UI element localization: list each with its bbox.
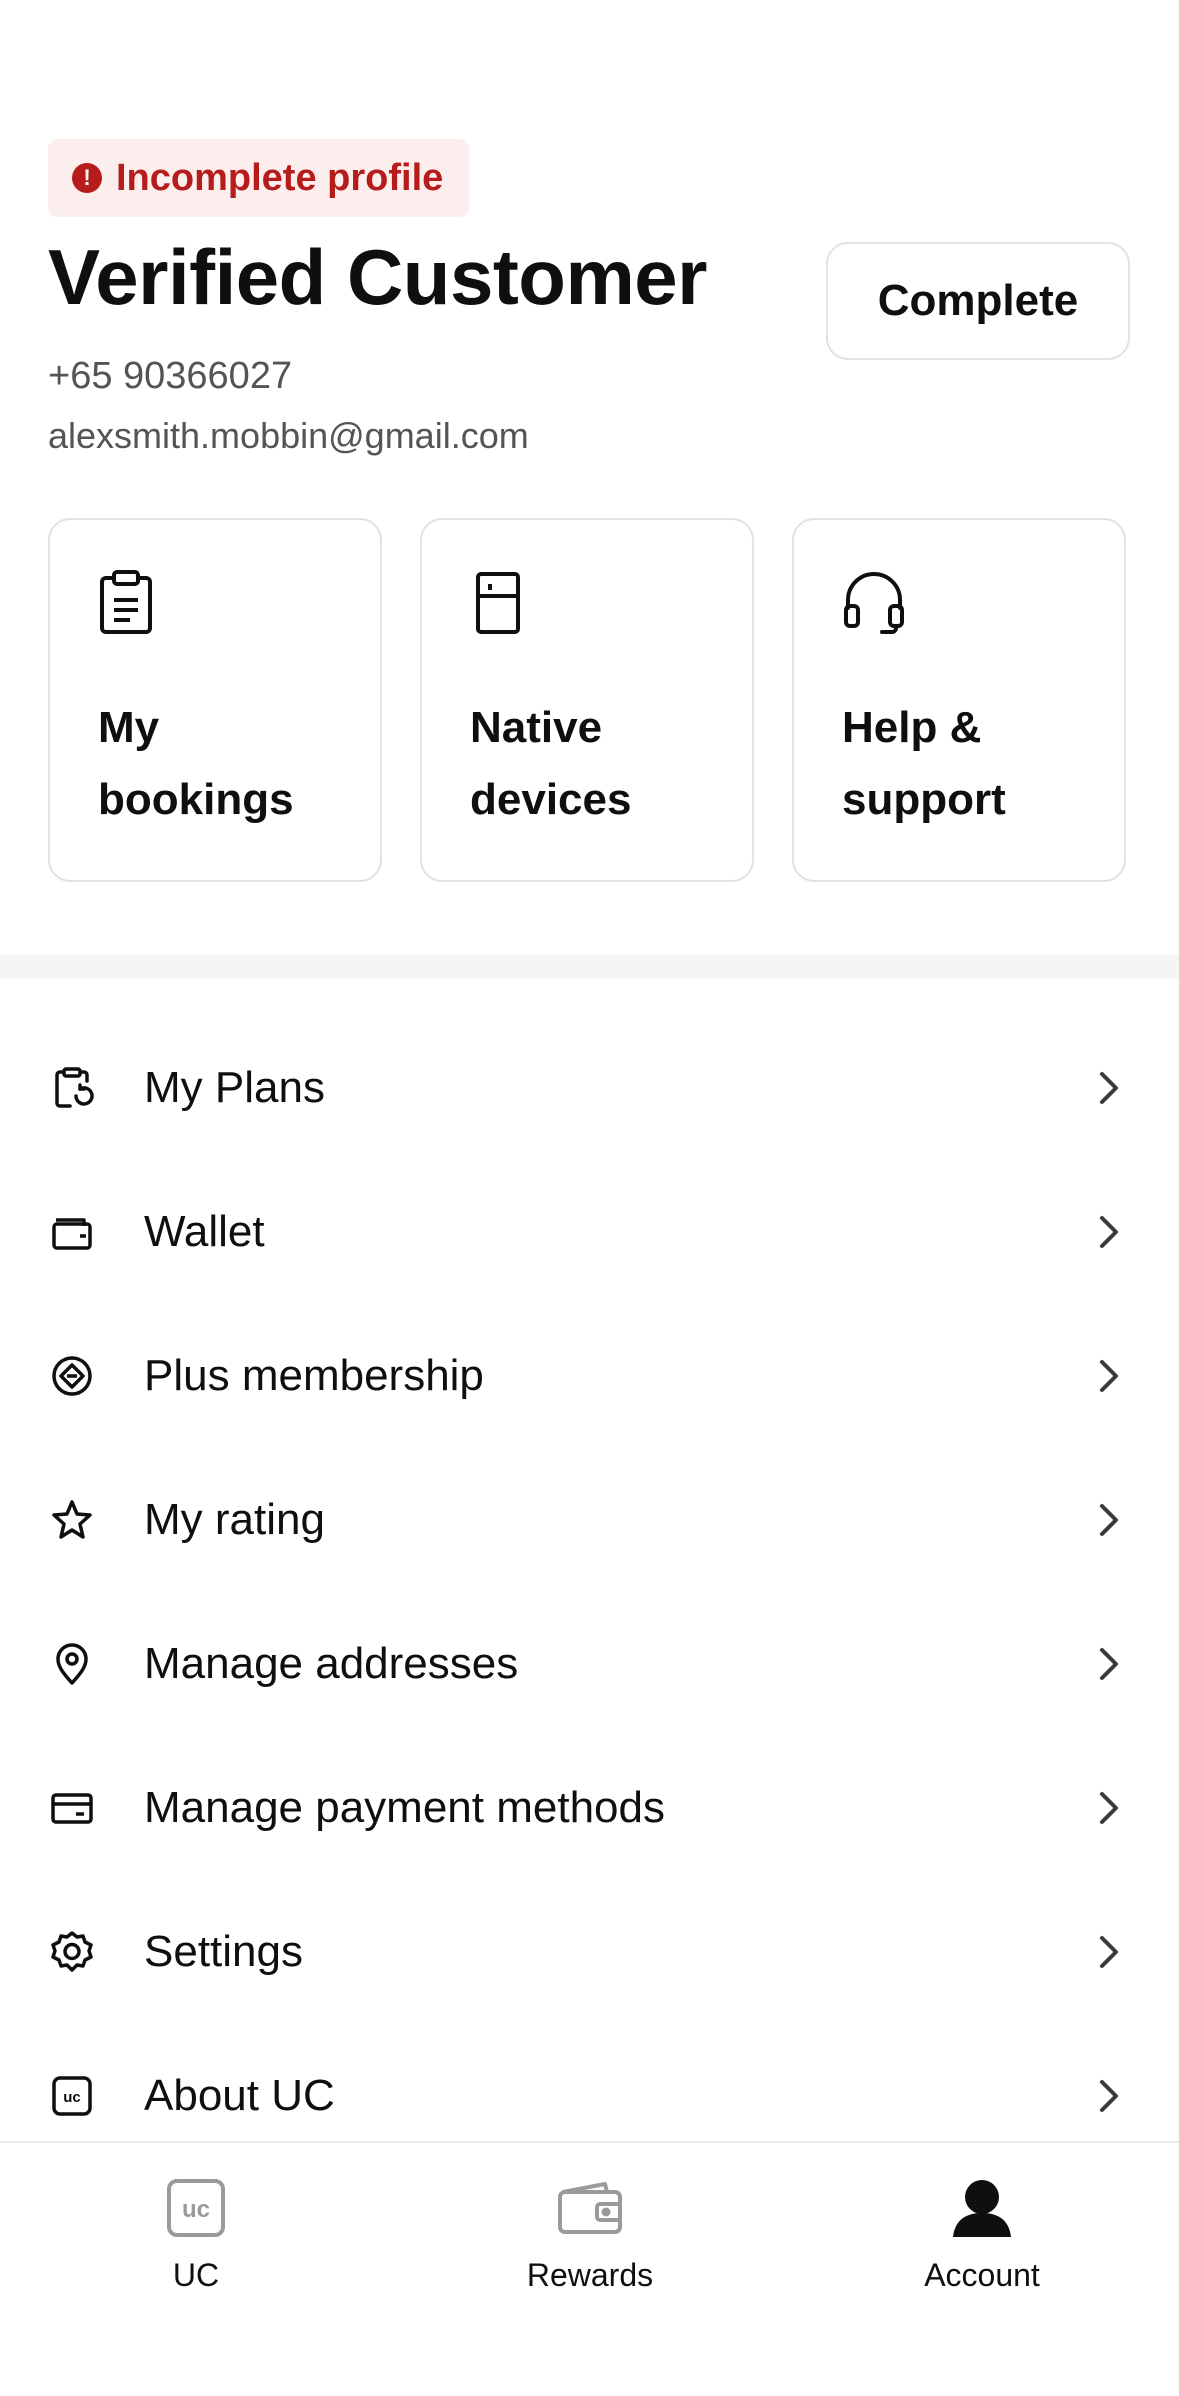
menu-item-manage-addresses[interactable]: Manage addresses <box>0 1592 1179 1736</box>
chevron-right-icon <box>1100 1648 1118 1680</box>
nav-label: Account <box>924 2257 1040 2293</box>
device-icon <box>476 572 520 634</box>
card-label: Native devices <box>470 703 632 824</box>
card-help-support[interactable]: Help & support <box>792 518 1126 882</box>
bottom-nav: uc UC Rewards Account <box>0 2141 1179 2396</box>
menu-label: About UC <box>144 2071 335 2120</box>
quick-actions: My bookings Native devices Help & suppor… <box>48 518 1126 882</box>
menu-item-my-plans[interactable]: My Plans <box>0 1016 1179 1160</box>
menu-label: Plus membership <box>144 1351 484 1400</box>
account-page: ! Incomplete profile Verified Customer +… <box>0 0 1179 2396</box>
location-pin-icon <box>48 1640 96 1688</box>
chevron-right-icon <box>1100 1936 1118 1968</box>
badge-label: Incomplete profile <box>116 156 444 199</box>
complete-profile-button[interactable]: Complete <box>826 242 1130 360</box>
section-divider <box>0 955 1179 979</box>
svg-text:uc: uc <box>63 2089 81 2106</box>
nav-label: Rewards <box>526 2257 654 2293</box>
incomplete-profile-badge[interactable]: ! Incomplete profile <box>48 139 469 217</box>
profile-phone: +65 90366027 <box>48 355 293 397</box>
menu-label: Manage payment methods <box>144 1783 665 1832</box>
card-icon <box>48 1784 96 1832</box>
menu-item-manage-payment-methods[interactable]: Manage payment methods <box>0 1736 1179 1880</box>
card-native-devices[interactable]: Native devices <box>420 518 754 882</box>
uc-logo-icon: uc <box>48 2072 96 2120</box>
menu-item-wallet[interactable]: Wallet <box>0 1160 1179 1304</box>
uc-logo-icon: uc <box>167 2179 225 2237</box>
headphones-icon <box>844 572 904 634</box>
nav-tab-account[interactable]: Account <box>852 2173 1112 2294</box>
chevron-right-icon <box>1100 1216 1118 1248</box>
card-label: Help & support <box>842 703 1006 824</box>
star-icon <box>48 1496 96 1544</box>
profile-email: alexsmith.mobbin@gmail.com <box>48 415 529 456</box>
membership-icon <box>48 1352 96 1400</box>
card-label: My bookings <box>98 703 294 824</box>
card-my-bookings[interactable]: My bookings <box>48 518 382 882</box>
menu-item-settings[interactable]: Settings <box>0 1880 1179 2024</box>
svg-text:uc: uc <box>182 2196 210 2223</box>
exclamation-icon: ! <box>72 163 102 193</box>
nav-label: UC <box>172 2257 220 2293</box>
chevron-right-icon <box>1100 1504 1118 1536</box>
chevron-right-icon <box>1100 1072 1118 1104</box>
chevron-right-icon <box>1100 1792 1118 1824</box>
menu-label: Settings <box>144 1927 303 1976</box>
nav-tab-rewards[interactable]: Rewards <box>460 2173 720 2294</box>
account-menu: My Plans Wallet Plus membership My ratin… <box>0 1016 1179 2168</box>
menu-item-plus-membership[interactable]: Plus membership <box>0 1304 1179 1448</box>
clipboard-icon <box>100 570 152 634</box>
rewards-wallet-icon <box>558 2182 622 2234</box>
profile-name: Verified Customer <box>48 233 708 321</box>
chevron-right-icon <box>1100 2080 1118 2112</box>
menu-label: My rating <box>144 1495 325 1544</box>
chevron-right-icon <box>1100 1360 1118 1392</box>
menu-label: Wallet <box>144 1207 265 1256</box>
wallet-icon <box>48 1208 96 1256</box>
menu-label: Manage addresses <box>144 1639 519 1688</box>
account-icon <box>953 2180 1011 2237</box>
nav-tab-uc[interactable]: uc UC <box>66 2173 326 2294</box>
plan-icon <box>48 1064 96 1112</box>
menu-item-my-rating[interactable]: My rating <box>0 1448 1179 1592</box>
gear-icon <box>48 1928 96 1976</box>
menu-label: My Plans <box>144 1063 325 1112</box>
